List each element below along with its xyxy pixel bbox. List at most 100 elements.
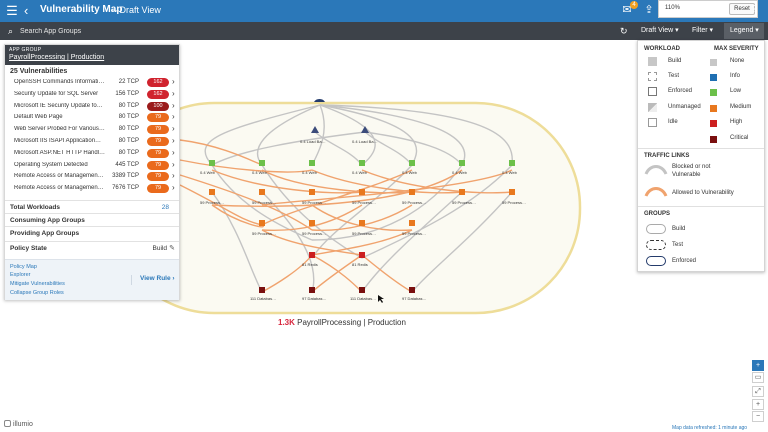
- build-group-icon: [646, 224, 666, 234]
- page-title: Vulnerability Map: [40, 4, 123, 15]
- providing-app-groups-row: Providing App Groups: [5, 226, 179, 239]
- severity-swatch: [710, 74, 717, 81]
- vulnerability-row[interactable]: Default Web Page 80 TCP 79 ›: [5, 112, 179, 124]
- vulnerability-score-badge: 79: [147, 113, 169, 123]
- total-workloads-row: Total Workloads 28: [5, 200, 179, 213]
- vulnerability-row[interactable]: Microsoft IIS ISAPI Application… 80 TCP 79…: [5, 136, 179, 148]
- chevron-right-icon[interactable]: ›: [172, 160, 175, 169]
- vulnerability-port: 80 TCP: [118, 114, 139, 121]
- group-count: 1.3K: [278, 318, 295, 327]
- blocked-link-icon: [644, 165, 668, 175]
- chevron-right-icon[interactable]: ›: [172, 148, 175, 157]
- chevron-right-icon[interactable]: ›: [172, 183, 175, 192]
- vulnerability-port: 156 TCP: [115, 90, 139, 97]
- edit-icon[interactable]: ✎: [169, 244, 175, 252]
- group-name: PayrollProcessing | Production: [297, 318, 406, 327]
- test-workload-icon: [648, 72, 657, 81]
- search-icon: ⌕: [8, 26, 14, 36]
- add-icon[interactable]: +: [752, 360, 764, 371]
- vulnerability-row[interactable]: Microsoft ASP.NET HTTP Handl… 80 TCP 79 ›: [5, 148, 179, 160]
- severity-swatch: [710, 120, 717, 127]
- search-bar: ⌕ ↻ Draft View ▾ Filter ▾ Legend ▾: [0, 22, 768, 40]
- vulnerability-row[interactable]: Web Server Probed For Various… 80 TCP 79 ›: [5, 124, 179, 136]
- workload-label: Enforced: [668, 88, 693, 94]
- process-node: [359, 220, 365, 226]
- top-bar: ☰ ‹ Vulnerability Map – Draft View ✉ 4 ⇪…: [0, 0, 768, 22]
- help-icon[interactable]: ?: [747, 3, 761, 17]
- notification-badge: 4: [630, 1, 638, 9]
- select-icon[interactable]: ▭: [752, 372, 764, 383]
- vulnerability-score-badge: 79: [147, 148, 169, 158]
- logo-text: illumio: [13, 421, 33, 428]
- collapse-group-roles-link[interactable]: Collapse Group Roles: [10, 290, 64, 296]
- node-label: 0.4 Web: [502, 170, 518, 175]
- chevron-right-icon[interactable]: ›: [172, 89, 175, 98]
- export-icon[interactable]: ⇪: [642, 3, 656, 17]
- legend-divider: [638, 206, 764, 207]
- filter-dropdown[interactable]: Filter ▾: [692, 26, 713, 34]
- vulnerability-port: 7676 TCP: [112, 185, 139, 192]
- chevron-right-icon[interactable]: ›: [172, 124, 175, 133]
- node-label: 59 Process…: [200, 200, 224, 205]
- vulnerability-name: Microsoft ASP.NET HTTP Handl…: [14, 149, 106, 156]
- zoom-in-icon[interactable]: +: [752, 399, 764, 410]
- policy-state-label: Policy State: [10, 245, 47, 252]
- legend-dropdown[interactable]: Legend ▾: [724, 23, 764, 39]
- traffic-blocked-label: Blocked or not: [672, 164, 711, 170]
- vulnerability-row[interactable]: Remote Access or Managemen… 7676 TCP 79 ›: [5, 183, 179, 195]
- app-group-label[interactable]: 1.3K PayrollProcessing | Production: [278, 318, 406, 327]
- vulnerability-row[interactable]: Remote Access or Managemen… 3389 TCP 79 ›: [5, 171, 179, 183]
- policy-state-value: Build: [152, 245, 167, 252]
- chevron-right-icon[interactable]: ›: [172, 101, 175, 110]
- policy-map-link[interactable]: Policy Map: [10, 264, 37, 270]
- chevron-right-icon[interactable]: ›: [172, 171, 175, 180]
- panel-header: APP GROUP PayrollProcessing | Production: [5, 45, 179, 65]
- severity-label: High: [730, 119, 743, 125]
- vulnerability-count: 25 Vulnerabilities: [10, 68, 68, 75]
- vulnerability-name: Microsoft IIS ISAPI Application…: [14, 138, 102, 144]
- database-node: [359, 287, 365, 293]
- explorer-link[interactable]: Explorer: [10, 272, 30, 278]
- allowed-link-icon: [644, 187, 668, 197]
- web-node: [259, 160, 265, 166]
- node-label: 81 Redis: [302, 262, 318, 267]
- vulnerability-row[interactable]: Operating System Detected 445 TCP 79 ›: [5, 160, 179, 172]
- severity-label: Low: [730, 88, 742, 94]
- node-label: 111 Databas…: [350, 296, 376, 301]
- node-label: 0.4 Web: [252, 170, 268, 175]
- workload-label: Test: [668, 73, 680, 79]
- refresh-icon[interactable]: ↻: [620, 25, 628, 37]
- back-arrow-icon[interactable]: ‹: [24, 3, 36, 19]
- expand-icon[interactable]: ⤢: [752, 386, 764, 397]
- vulnerability-name: Web Server Probed For Various…: [14, 126, 105, 133]
- chevron-right-icon[interactable]: ›: [172, 136, 175, 145]
- vulnerability-port: 80 TCP: [118, 102, 139, 109]
- search-input[interactable]: [20, 24, 300, 38]
- idle-workload-icon: [648, 118, 657, 127]
- node-label: 59 Process…: [252, 231, 276, 236]
- chevron-right-icon[interactable]: ›: [172, 77, 175, 86]
- app-group-name-link[interactable]: PayrollProcessing | Production: [9, 54, 104, 61]
- policy-state-row: Policy State Build ✎: [5, 241, 179, 254]
- view-rule-button[interactable]: View Rule ›: [131, 275, 177, 285]
- severity-label: Info: [730, 73, 741, 79]
- vulnerability-row[interactable]: Security Update for SQL Server 156 TCP 162…: [5, 89, 179, 101]
- process-node: [259, 220, 265, 226]
- vulnerability-row[interactable]: Microsoft IE Security Update fo… 80 TCP 10…: [5, 101, 179, 113]
- node-label: 59 Process…: [402, 231, 426, 236]
- page-subtitle: – Draft View: [112, 5, 161, 15]
- chevron-right-icon[interactable]: ›: [172, 112, 175, 121]
- groups-heading: GROUPS: [644, 211, 671, 217]
- draft-view-dropdown[interactable]: Draft View ▾: [641, 26, 679, 34]
- node-label: 59 Process…: [452, 200, 476, 205]
- vulnerability-row[interactable]: OpenSSH Commands Informati… 22 TCP 162 ›: [5, 77, 179, 89]
- menu-icon[interactable]: ☰: [4, 3, 20, 19]
- group-label: Build: [672, 226, 686, 232]
- mitigate-vulnerabilities-link[interactable]: Mitigate Vulnerabilities: [10, 281, 65, 287]
- vulnerability-name: Operating System Detected: [14, 161, 88, 168]
- process-node: [359, 189, 365, 195]
- zoom-level: 110%: [665, 5, 680, 11]
- total-workloads-value[interactable]: 28: [162, 204, 169, 211]
- node-label: 81 Redis: [352, 262, 368, 267]
- zoom-out-icon[interactable]: −: [752, 411, 764, 422]
